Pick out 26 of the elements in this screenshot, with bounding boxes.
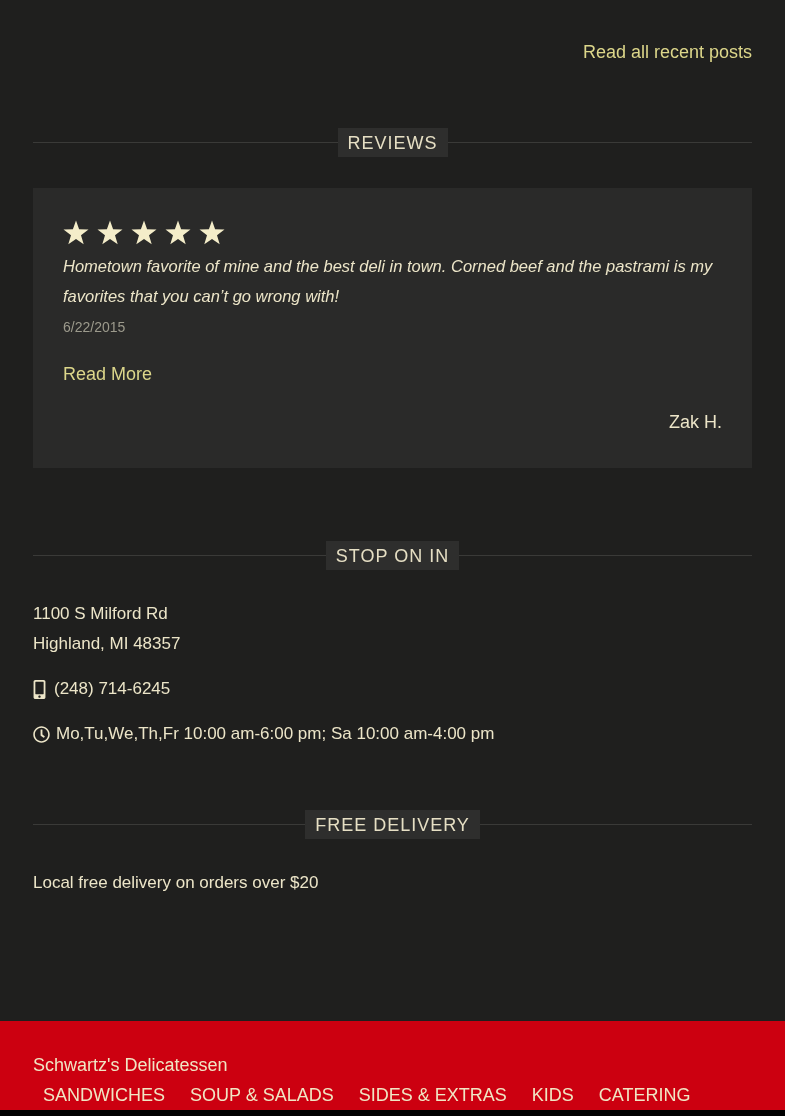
review-quote: Hometown favorite of mine and the best deli in town. Corned beef and the pastrami is my favorites that you can’t go wrong with! (63, 256, 714, 307)
star-icon (63, 220, 89, 245)
section-heading: REVIEWS (337, 128, 448, 157)
mobile-phone-icon (33, 679, 46, 699)
opening-hours: Mo,Tu,We,Th,Fr 10:00 am-6:00 pm; Sa 10:00 am-4:00 pm (56, 723, 495, 745)
address-line: 1100 S Milford Rd (33, 603, 168, 625)
read-more-link[interactable]: Read More (63, 362, 153, 386)
footer-nav-link[interactable]: KIDS (521, 1083, 584, 1107)
star-icon (199, 220, 225, 245)
section-heading: FREE DELIVERY (305, 810, 480, 839)
star-icon (131, 220, 157, 245)
footer-title: Schwartz's Delicatessen (33, 1054, 228, 1077)
phone-number: (248) 714-6245 (54, 678, 171, 700)
address-line: Highland, MI 48357 (33, 633, 181, 655)
footer-nav-link[interactable]: SOUP & SALADS (180, 1083, 344, 1107)
footer-nav-link[interactable]: CATERING (588, 1083, 701, 1107)
clock-icon (33, 725, 50, 743)
review-date: 6/22/2015 (63, 318, 126, 337)
star-icon (165, 220, 191, 245)
section-heading: STOP ON IN (325, 541, 460, 570)
footer-nav-link[interactable]: SIDES & EXTRAS (348, 1083, 517, 1107)
review-author: Zak H. (669, 411, 722, 434)
footer-nav-link[interactable]: SANDWICHES (33, 1083, 175, 1107)
read-all-posts-link[interactable]: Read all recent posts (582, 40, 752, 64)
delivery-text: Local free delivery on orders over $20 (33, 872, 319, 894)
star-icon (97, 220, 123, 245)
